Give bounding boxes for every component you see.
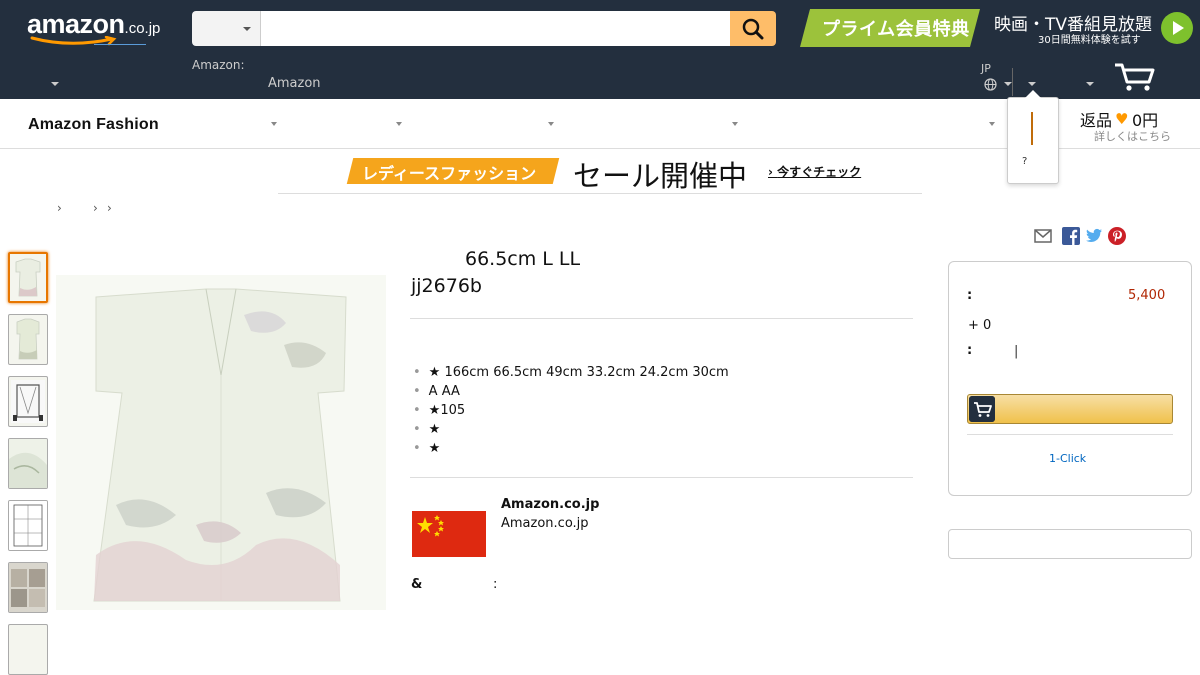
points-value: + 0 bbox=[968, 318, 992, 333]
search-input[interactable] bbox=[261, 11, 730, 46]
language-label[interactable]: JP bbox=[981, 62, 991, 75]
chevron-down-icon bbox=[243, 27, 251, 31]
mail-icon[interactable] bbox=[1034, 227, 1052, 245]
features-divider bbox=[410, 477, 913, 478]
pinterest-icon[interactable] bbox=[1108, 227, 1126, 245]
breadcrumb-separator: › bbox=[107, 201, 112, 215]
quantity-label: : bbox=[967, 343, 973, 358]
shipping-label: & bbox=[411, 577, 423, 592]
promo-cta-link[interactable]: › 今すぐチェック bbox=[768, 163, 861, 180]
feature-bullet: • ★ bbox=[413, 441, 440, 456]
store-title[interactable]: Amazon Fashion bbox=[28, 116, 159, 134]
chevron-right-icon: › bbox=[768, 165, 778, 179]
subnav-caret-4[interactable] bbox=[732, 122, 738, 126]
thumbnail-image bbox=[9, 563, 47, 612]
account-popover[interactable] bbox=[1007, 97, 1059, 184]
feature-text: ★ bbox=[428, 422, 441, 437]
title-divider bbox=[410, 318, 913, 319]
shipping-colon: : bbox=[493, 577, 498, 592]
thumbnail-image bbox=[11, 380, 45, 423]
product-thumbnail[interactable] bbox=[8, 438, 48, 489]
cart-icon[interactable] bbox=[1113, 62, 1155, 92]
feature-bullet: • ★ bbox=[413, 422, 440, 437]
product-title-code: jj2676b bbox=[411, 275, 482, 297]
twitter-icon[interactable] bbox=[1085, 227, 1103, 245]
heart-icon: ♥ bbox=[1115, 110, 1129, 128]
account-caret[interactable] bbox=[1028, 82, 1036, 86]
nav-caret-left[interactable] bbox=[51, 82, 59, 86]
thumbnail-image bbox=[9, 501, 47, 550]
add-to-cart-icon bbox=[969, 396, 995, 422]
feature-bullet: • ★ 166cm 66.5cm 49cm 33.2cm 24.2cm 30cm bbox=[413, 365, 729, 380]
bullet-dot: • bbox=[413, 365, 421, 380]
one-click-link[interactable]: 1-Click bbox=[1049, 452, 1086, 465]
promo-cta-label: 今すぐチェック bbox=[777, 165, 862, 179]
subnav-caret-1[interactable] bbox=[271, 122, 277, 126]
product-thumbnail[interactable] bbox=[8, 500, 48, 551]
add-to-cart-button[interactable] bbox=[967, 394, 1173, 424]
bullet-dot: • bbox=[413, 384, 421, 399]
feature-text: ★ 166cm 66.5cm 49cm 33.2cm 24.2cm 30cm bbox=[428, 365, 729, 380]
price-value: 5,400 bbox=[1128, 288, 1166, 303]
subnav-caret-2[interactable] bbox=[396, 122, 402, 126]
product-thumbnail[interactable] bbox=[8, 562, 48, 613]
play-icon bbox=[1173, 21, 1184, 35]
deliver-to-label: Amazon: bbox=[192, 58, 245, 72]
search-icon bbox=[742, 18, 764, 40]
product-thumbnail[interactable] bbox=[8, 314, 48, 365]
popover-text[interactable]: ? bbox=[1022, 156, 1027, 167]
logo-underline bbox=[94, 44, 146, 45]
feature-bullet: • A AA bbox=[413, 384, 460, 399]
thumbnail-image bbox=[15, 258, 41, 297]
bullet-dot: • bbox=[413, 441, 421, 456]
bullet-dot: • bbox=[413, 422, 421, 437]
seller-name[interactable]: Amazon.co.jp bbox=[501, 497, 599, 512]
thumbnail-image bbox=[9, 439, 47, 488]
seller-subtitle: Amazon.co.jp bbox=[501, 516, 589, 531]
feature-text: A AA bbox=[428, 384, 460, 399]
popover-arrow bbox=[1025, 90, 1041, 98]
search-button[interactable] bbox=[730, 11, 776, 46]
product-thumbnail[interactable] bbox=[8, 624, 48, 675]
bullet-dot: • bbox=[413, 403, 421, 418]
deliver-to-value[interactable]: Amazon bbox=[268, 76, 321, 91]
china-flag-icon bbox=[412, 511, 486, 557]
product-thumbnail[interactable] bbox=[8, 252, 48, 303]
subnav-caret-3[interactable] bbox=[548, 122, 554, 126]
quantity-select[interactable]: | bbox=[1014, 344, 1018, 359]
promo-tag[interactable]: レディースファッション bbox=[362, 160, 536, 184]
promo-divider bbox=[278, 193, 922, 194]
prime-banner-label[interactable]: プライム会員特典 bbox=[822, 15, 970, 41]
breadcrumb-separator: › bbox=[57, 201, 62, 215]
globe-icon[interactable] bbox=[984, 78, 997, 91]
language-caret[interactable] bbox=[1004, 82, 1012, 86]
feature-text: ★105 bbox=[428, 403, 466, 418]
product-thumbnail[interactable] bbox=[8, 376, 48, 427]
subnav-caret-5[interactable] bbox=[989, 122, 995, 126]
buy-box-divider bbox=[967, 434, 1173, 435]
facebook-icon[interactable] bbox=[1062, 227, 1080, 245]
video-promo-sub[interactable]: 30日間無料体験を試す bbox=[1038, 31, 1141, 46]
main-product-image[interactable] bbox=[56, 275, 386, 610]
feature-text: ★ bbox=[428, 441, 441, 456]
promo-title[interactable]: セール開催中 bbox=[573, 153, 747, 195]
product-title: 66.5cm L LL bbox=[465, 248, 581, 270]
nav-divider bbox=[1012, 68, 1013, 96]
popover-accent-bar bbox=[1031, 112, 1033, 145]
returns-details-link[interactable]: 詳しくはこちら bbox=[1094, 128, 1171, 144]
search-category-select[interactable] bbox=[192, 11, 261, 46]
orders-caret[interactable] bbox=[1086, 82, 1094, 86]
breadcrumb-separator: › bbox=[93, 201, 98, 215]
play-button[interactable] bbox=[1161, 12, 1193, 44]
price-label: : bbox=[967, 288, 973, 303]
thumbnail-image bbox=[16, 318, 40, 360]
feature-bullet: • ★105 bbox=[413, 403, 465, 418]
secondary-buy-box[interactable] bbox=[948, 529, 1192, 559]
